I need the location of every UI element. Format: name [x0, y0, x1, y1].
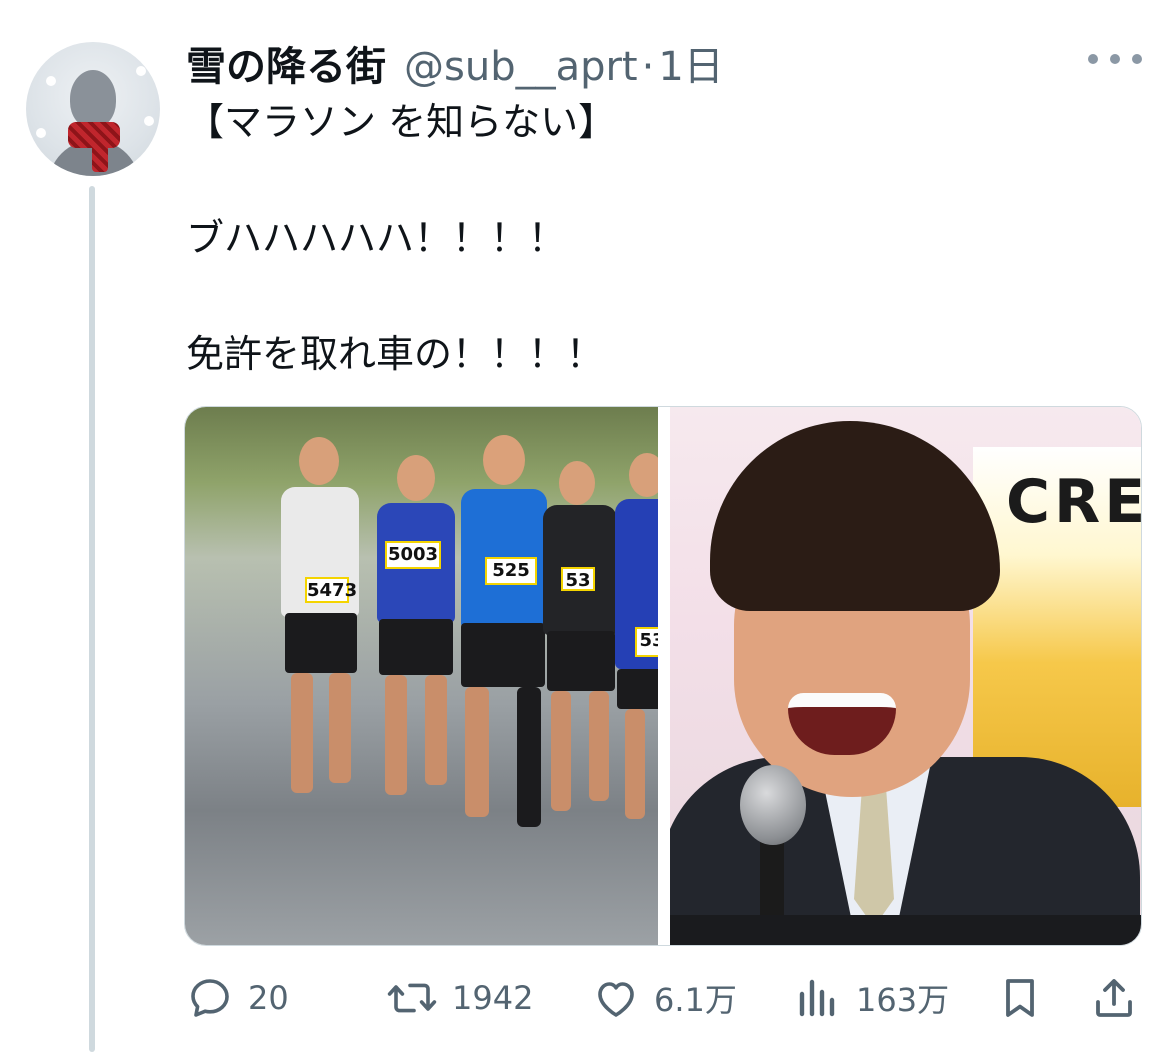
- views-icon: [799, 979, 835, 1017]
- share-icon: [1096, 979, 1132, 1017]
- avatar-figure-head: [70, 70, 116, 128]
- race-bib: 53: [561, 567, 595, 591]
- marathon-photo[interactable]: 5473 5003 525 53 5: [185, 407, 658, 945]
- laughing-man-photo[interactable]: CRE: [670, 407, 1141, 945]
- views-count: 163万: [856, 981, 950, 1019]
- tweet-text-line-3: 免許を取れ車の！！！！: [186, 332, 605, 376]
- like-count: 6.1万: [654, 981, 737, 1019]
- microphone: [740, 765, 806, 845]
- tweet-media[interactable]: 5473 5003 525 53 5 CRE: [184, 406, 1142, 946]
- like-icon: [598, 982, 634, 1017]
- race-bib: 53: [635, 627, 658, 657]
- thread-line: [89, 186, 95, 1052]
- timestamp[interactable]: 1日: [658, 34, 723, 92]
- desk: [670, 915, 1141, 945]
- user-handle[interactable]: @sub__aprt: [404, 44, 638, 90]
- race-bib: 5473: [305, 577, 357, 603]
- reply-icon: [191, 979, 229, 1017]
- retweet-count: 1942: [452, 979, 534, 1017]
- tweet-text-line-1: 【マラソン を知らない】: [186, 100, 617, 144]
- more-dot: [1088, 54, 1098, 64]
- retweet-icon: [387, 983, 437, 1013]
- more-icon[interactable]: [1088, 46, 1142, 72]
- bookmark-icon: [1006, 979, 1034, 1017]
- snow-dot: [144, 116, 154, 126]
- more-dot: [1110, 54, 1120, 64]
- runner: 53: [595, 447, 658, 827]
- reply-count: 20: [248, 979, 289, 1017]
- tweet-header: 雪の降る街 @sub__aprt · 1日: [186, 34, 724, 90]
- display-name[interactable]: 雪の降る街: [186, 34, 386, 92]
- snow-dot: [36, 128, 46, 138]
- like-button[interactable]: 6.1万: [592, 970, 737, 1026]
- man-hair: [710, 421, 1000, 611]
- sign-text: CRE: [1006, 467, 1141, 537]
- retweet-button[interactable]: 1942: [386, 970, 533, 1026]
- avatar-scarf-tail: [92, 142, 108, 172]
- separator-dot: ·: [641, 44, 655, 90]
- views-button[interactable]: 163万: [794, 970, 949, 1026]
- share-button[interactable]: [1090, 970, 1138, 1026]
- reply-button[interactable]: 20: [186, 970, 289, 1026]
- tweet-text-line-2: ブハハハハハ！！！！: [186, 216, 567, 260]
- race-bib: 5003: [385, 541, 441, 569]
- snow-dot: [46, 76, 56, 86]
- more-dot: [1132, 54, 1142, 64]
- media-divider: [658, 407, 670, 945]
- action-bar: 20 1942 6.1万 163万: [186, 970, 1146, 1026]
- avatar[interactable]: [26, 42, 160, 176]
- bookmark-button[interactable]: [996, 970, 1044, 1026]
- snow-dot: [136, 66, 146, 76]
